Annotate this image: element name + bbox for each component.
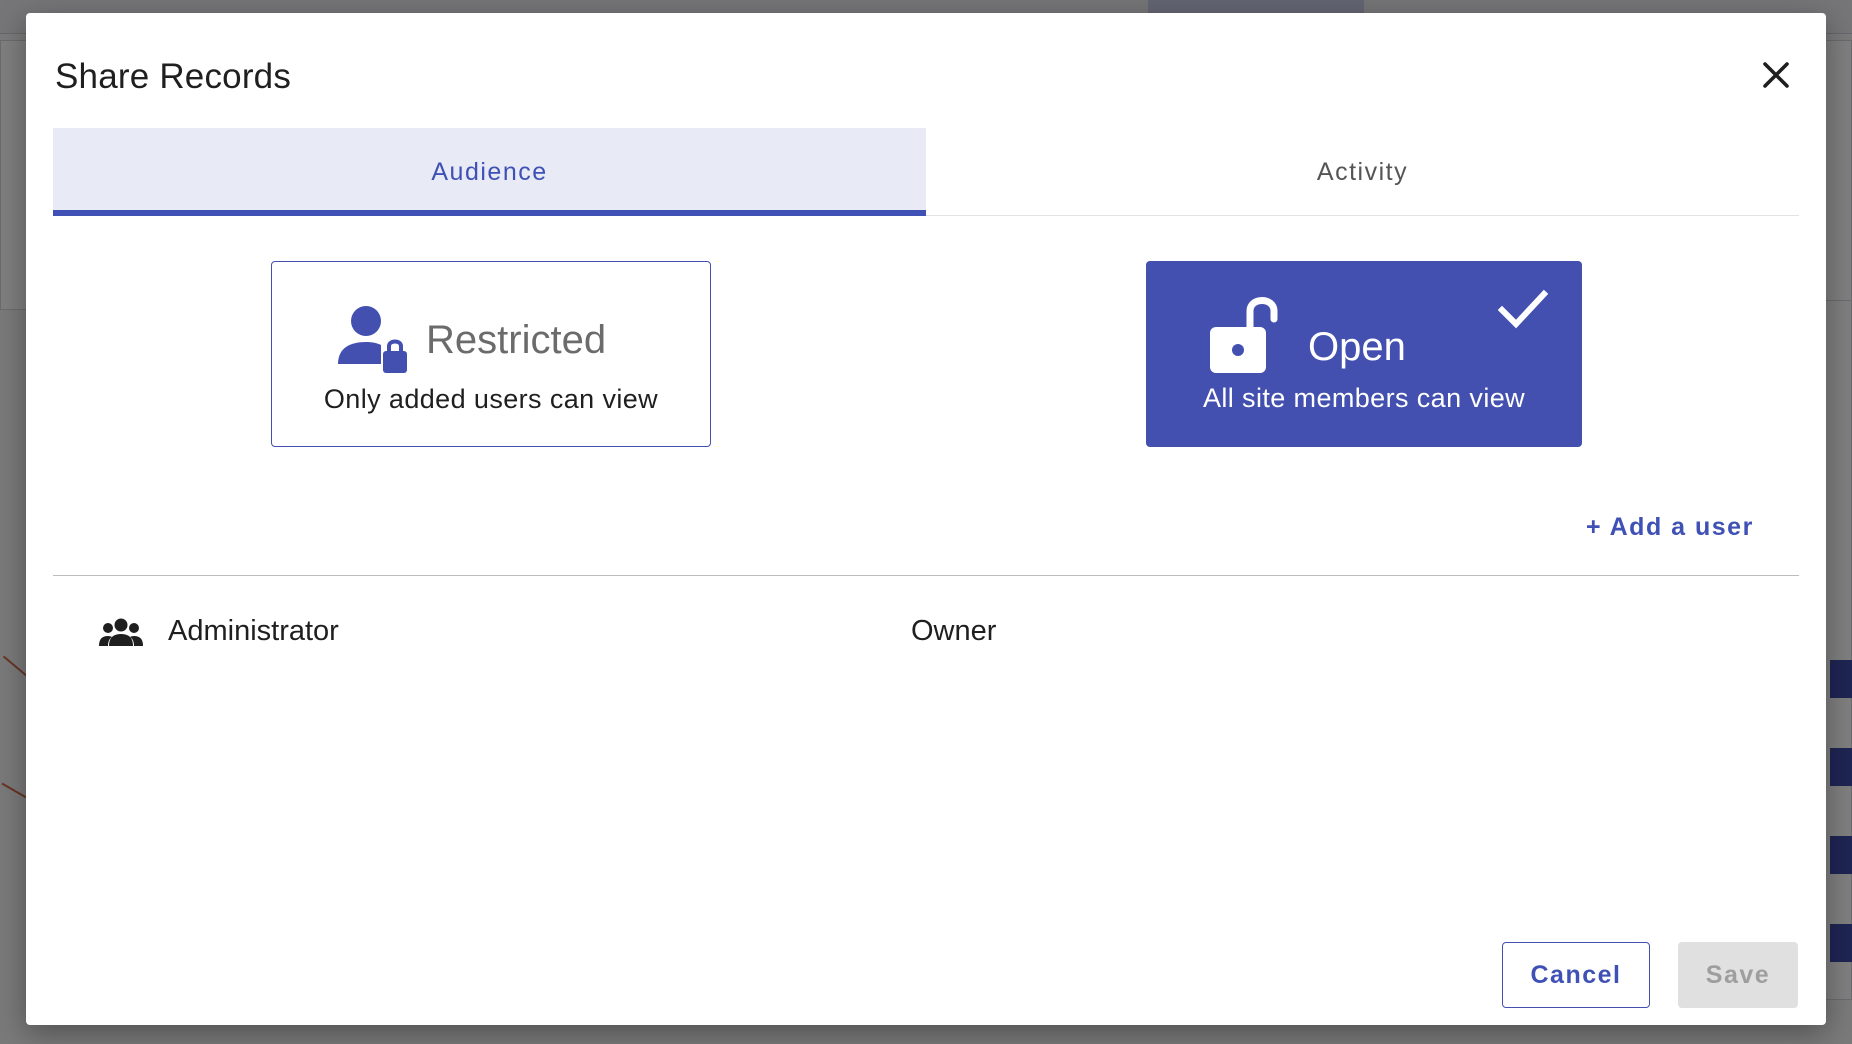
share-records-dialog: Share Records Audience Activity Restrict… <box>26 13 1826 1025</box>
open-option-header: Open <box>1206 291 1406 375</box>
close-button[interactable] <box>1754 53 1798 97</box>
close-icon <box>1763 62 1789 88</box>
restricted-option-title: Restricted <box>426 317 607 362</box>
member-role: Owner <box>911 615 997 647</box>
save-button[interactable]: Save <box>1678 942 1798 1008</box>
restricted-option-header: Restricted <box>336 304 606 376</box>
open-option-title: Open <box>1308 324 1406 369</box>
dialog-tabs: Audience Activity <box>53 128 1799 216</box>
restricted-option-subtitle: Only added users can view <box>323 384 659 414</box>
check-icon <box>1498 289 1548 329</box>
member-row: Administrator Owner <box>53 603 1799 663</box>
dialog-title: Share Records <box>55 57 292 96</box>
lock-open-icon <box>1210 297 1278 373</box>
member-name: Administrator <box>168 615 339 647</box>
group-icon <box>99 618 143 646</box>
restricted-option[interactable]: Restricted Only added users can view <box>271 261 711 447</box>
tab-activity[interactable]: Activity <box>926 128 1799 216</box>
open-option[interactable]: Open All site members can view <box>1146 261 1582 447</box>
divider <box>53 575 1799 576</box>
add-user-button[interactable]: + Add a user <box>1586 513 1754 542</box>
open-option-subtitle: All site members can view <box>1202 383 1526 413</box>
user-lock-icon <box>338 306 407 373</box>
tab-audience[interactable]: Audience <box>53 128 926 216</box>
cancel-button[interactable]: Cancel <box>1502 942 1650 1008</box>
